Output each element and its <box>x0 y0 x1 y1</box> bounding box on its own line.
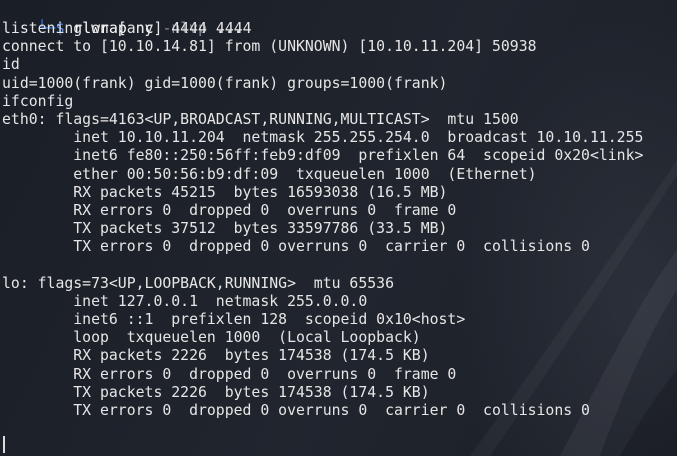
output-line: RX packets 2226 bytes 174538 (174.5 KB) <box>2 347 430 365</box>
output-line: lo: flags=73<UP,LOOPBACK,RUNNING> mtu 65… <box>2 274 394 292</box>
output-line: inet 10.10.11.204 netmask 255.255.254.0 … <box>2 129 644 147</box>
output-line: TX errors 0 dropped 0 overruns 0 carrier… <box>2 238 590 256</box>
output-line: RX errors 0 dropped 0 overruns 0 frame 0 <box>2 365 457 383</box>
output-line: inet6 ::1 prefixlen 128 scopeid 0x10<hos… <box>2 311 466 328</box>
output-line: TX packets 37512 bytes 33597786 (33.5 MB… <box>2 220 448 238</box>
command-prompt: └─$ rlwrap nc -nlvp 4444 <box>2 2 252 37</box>
output-line: inet6 fe80::250:56ff:feb9:df09 prefixlen… <box>2 147 644 165</box>
output-line: id <box>2 56 20 74</box>
output-line: listening on [any] 4444 ... <box>2 20 243 37</box>
output-line: TX packets 2226 bytes 174538 (174.5 KB) <box>2 383 430 401</box>
output-line: RX packets 45215 bytes 16593038 (16.5 MB… <box>2 183 448 201</box>
output-line: loop txqueuelen 1000 (Local Loopback) <box>2 329 421 347</box>
output-line: RX errors 0 dropped 0 overruns 0 frame 0 <box>2 201 457 219</box>
terminal-window[interactable]: └─$ rlwrap nc -nlvp 4444 listening on [a… <box>0 0 677 456</box>
text-cursor <box>3 436 5 453</box>
output-line: ifconfig <box>2 92 74 110</box>
output-line: ether 00:50:56:b9:df:09 txqueuelen 1000 … <box>2 165 537 183</box>
output-line: TX errors 0 dropped 0 overruns 0 carrier… <box>2 401 590 419</box>
output-line: eth0: flags=4163<UP,BROADCAST,RUNNING,MU… <box>2 110 519 128</box>
output-line: inet 127.0.0.1 netmask 255.0.0.0 <box>2 292 368 310</box>
output-line: uid=1000(frank) gid=1000(frank) groups=1… <box>2 74 448 92</box>
terminal-output: listening on [any] 4444 ... connect to [1… <box>2 20 643 420</box>
output-line: connect to [10.10.14.81] from (UNKNOWN) … <box>2 38 537 56</box>
